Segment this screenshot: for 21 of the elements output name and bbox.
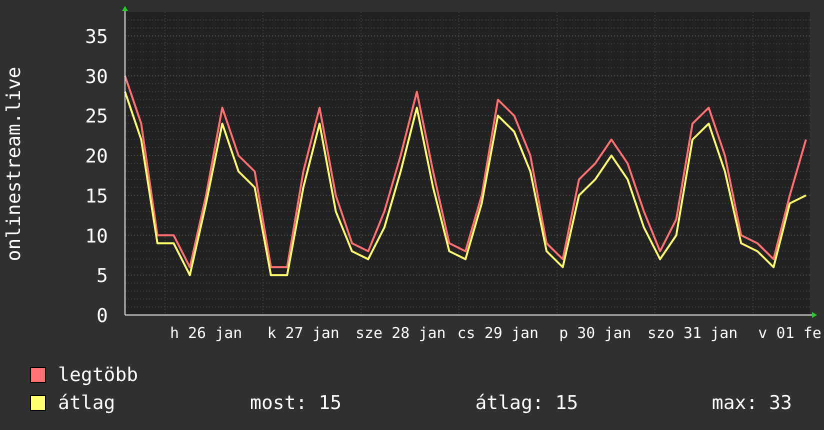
y-tick-label: 15 (85, 185, 108, 208)
x-tick-label: cs 29 jan (457, 324, 539, 342)
legend-label: átlag (58, 391, 116, 415)
x-tick-label: p 30 jan (559, 324, 632, 342)
stat-value: most: 15 (250, 391, 342, 415)
stat-value: átlag: 15 (475, 391, 578, 415)
y-axis-label: onlinestream.live (3, 66, 25, 262)
y-tick-label: 25 (85, 106, 108, 128)
y-tick-label: 30 (85, 66, 108, 88)
y-tick-label: 10 (85, 225, 108, 248)
y-tick-label: 0 (96, 305, 108, 327)
y-tick-label: 5 (96, 265, 108, 288)
y-tick-label: 20 (85, 146, 108, 168)
x-tick-label: szo 31 jan (647, 324, 738, 342)
y-tick-label: 35 (85, 26, 108, 48)
stat-value: max: 33 (712, 391, 792, 415)
x-tick-label: v 01 fe (758, 324, 822, 342)
x-tick-label: k 27 jan (267, 324, 340, 342)
x-tick-label: sze 28 jan (355, 324, 446, 342)
legend-label: legtöbb (58, 363, 140, 387)
x-tick-label: h 26 jan (170, 324, 242, 342)
